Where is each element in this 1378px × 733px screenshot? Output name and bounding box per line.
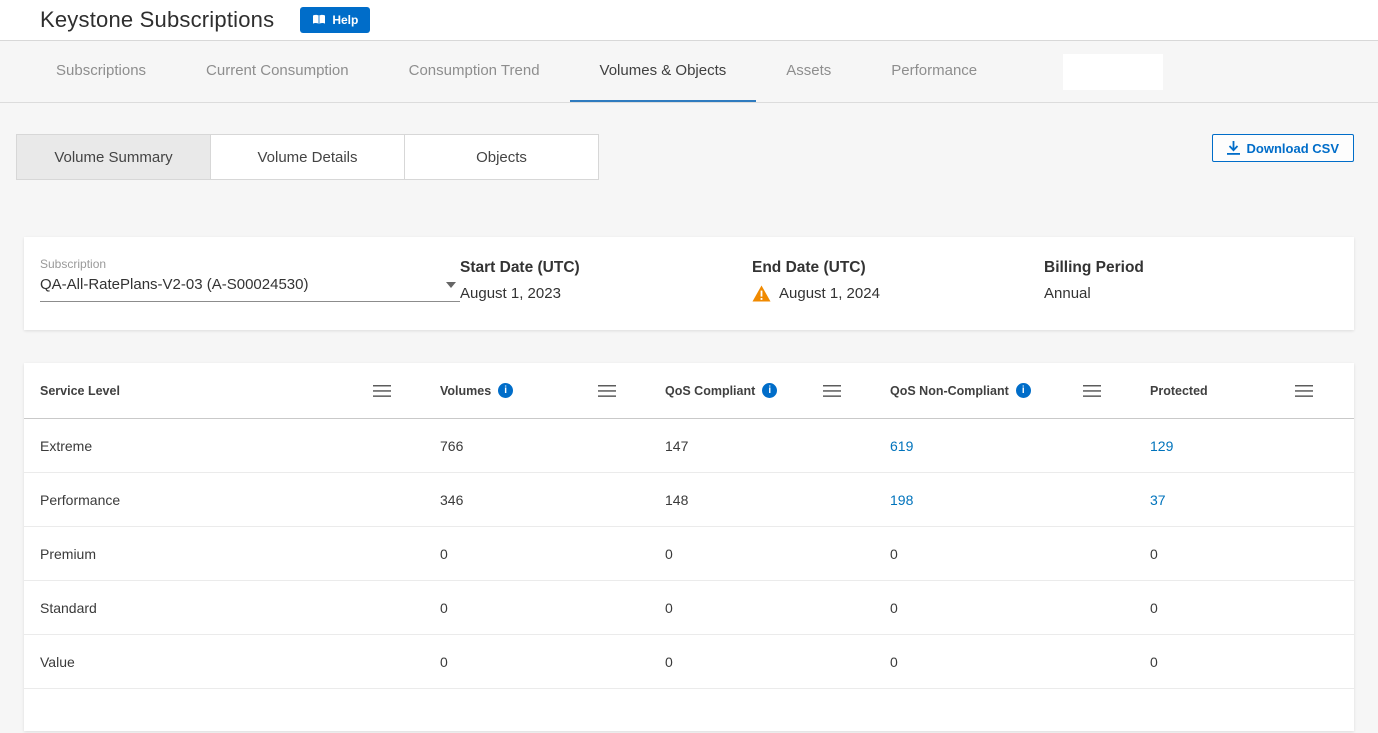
- tab-assets[interactable]: Assets: [756, 41, 861, 102]
- column-volumes: Volumes: [440, 382, 665, 400]
- cell-protected: 0: [1150, 654, 1338, 670]
- cell-qos-non-compliant: 0: [890, 600, 1150, 616]
- end-date-value: August 1, 2024: [779, 285, 880, 302]
- app-header: Keystone Subscriptions Help: [0, 0, 1378, 41]
- end-date-field: End Date (UTC) August 1, 2024: [752, 257, 1044, 302]
- cell-qos-compliant: 0: [665, 546, 890, 562]
- subscription-filter-card: Subscription QA-All-RatePlans-V2-03 (A-S…: [24, 237, 1354, 330]
- cell-qos-non-compliant-link[interactable]: 619: [890, 438, 1150, 454]
- cell-protected: 0: [1150, 600, 1338, 616]
- column-qos-compliant: QoS Compliant: [665, 382, 890, 400]
- subscription-select-value: QA-All-RatePlans-V2-03 (A-S00024530): [40, 276, 308, 293]
- column-menu-icon[interactable]: [1080, 382, 1104, 400]
- tab-volumes-objects[interactable]: Volumes & Objects: [570, 41, 757, 102]
- start-date-label: Start Date (UTC): [460, 259, 752, 277]
- subscription-select[interactable]: Subscription QA-All-RatePlans-V2-03 (A-S…: [40, 257, 460, 302]
- page-title: Keystone Subscriptions: [40, 7, 274, 33]
- end-date-label: End Date (UTC): [752, 259, 1044, 277]
- cell-protected-link[interactable]: 37: [1150, 492, 1338, 508]
- column-qos-compliant-label: QoS Compliant: [665, 384, 755, 398]
- download-csv-label: Download CSV: [1247, 141, 1339, 156]
- cell-service-level: Extreme: [40, 438, 440, 454]
- table-row: Standard 0 0 0 0: [24, 581, 1354, 635]
- column-service-level: Service Level: [40, 382, 440, 400]
- subtab-objects[interactable]: Objects: [404, 134, 599, 180]
- table-row: Performance 346 148 198 37: [24, 473, 1354, 527]
- warning-icon: [752, 285, 771, 302]
- download-csv-button[interactable]: Download CSV: [1212, 134, 1354, 162]
- service-level-table: Service Level Volumes QoS Compliant: [24, 363, 1354, 731]
- table-row: Premium 0 0 0 0: [24, 527, 1354, 581]
- download-icon: [1227, 141, 1240, 155]
- cell-volumes: 346: [440, 492, 665, 508]
- cell-volumes: 0: [440, 600, 665, 616]
- info-icon[interactable]: [762, 383, 777, 398]
- cell-qos-compliant: 0: [665, 654, 890, 670]
- column-service-level-label: Service Level: [40, 384, 120, 398]
- cell-qos-non-compliant-link[interactable]: 198: [890, 492, 1150, 508]
- cell-protected: 0: [1150, 546, 1338, 562]
- chevron-down-icon: [446, 282, 456, 288]
- info-icon[interactable]: [498, 383, 513, 398]
- cell-volumes: 0: [440, 546, 665, 562]
- tab-subscriptions[interactable]: Subscriptions: [26, 41, 176, 102]
- column-menu-icon[interactable]: [370, 382, 394, 400]
- start-date-value: August 1, 2023: [460, 285, 752, 302]
- subtab-toolbar: Volume Summary Volume Details Objects Do…: [16, 134, 1354, 180]
- cell-volumes: 766: [440, 438, 665, 454]
- tab-consumption-trend[interactable]: Consumption Trend: [379, 41, 570, 102]
- column-protected: Protected: [1150, 382, 1338, 400]
- billing-period-label: Billing Period: [1044, 259, 1336, 277]
- cell-service-level: Standard: [40, 600, 440, 616]
- subscription-select-label: Subscription: [40, 257, 460, 271]
- subtab-volume-details[interactable]: Volume Details: [210, 134, 405, 180]
- tab-performance[interactable]: Performance: [861, 41, 1007, 102]
- cell-qos-compliant: 0: [665, 600, 890, 616]
- column-menu-icon[interactable]: [820, 382, 844, 400]
- book-icon: [312, 14, 326, 26]
- cell-volumes: 0: [440, 654, 665, 670]
- table-row: Value 0 0 0 0: [24, 635, 1354, 689]
- cell-protected-link[interactable]: 129: [1150, 438, 1338, 454]
- help-button-label: Help: [332, 13, 358, 27]
- subtab-volume-summary[interactable]: Volume Summary: [16, 134, 211, 180]
- cell-qos-non-compliant: 0: [890, 654, 1150, 670]
- start-date-field: Start Date (UTC) August 1, 2023: [460, 257, 752, 302]
- cell-qos-compliant: 147: [665, 438, 890, 454]
- table-header-row: Service Level Volumes QoS Compliant: [24, 363, 1354, 419]
- billing-period-value: Annual: [1044, 285, 1336, 302]
- cell-service-level: Performance: [40, 492, 440, 508]
- billing-period-field: Billing Period Annual: [1044, 257, 1336, 302]
- tab-current-consumption[interactable]: Current Consumption: [176, 41, 379, 102]
- cell-service-level: Premium: [40, 546, 440, 562]
- column-protected-label: Protected: [1150, 384, 1208, 398]
- column-qos-non-compliant: QoS Non-Compliant: [890, 382, 1150, 400]
- help-button[interactable]: Help: [300, 7, 370, 33]
- subtab-group: Volume Summary Volume Details Objects: [16, 134, 599, 180]
- info-icon[interactable]: [1016, 383, 1031, 398]
- column-menu-icon[interactable]: [595, 382, 619, 400]
- table-row: Extreme 766 147 619 129: [24, 419, 1354, 473]
- tab-placeholder: [1063, 54, 1163, 90]
- tab-bar: Subscriptions Current Consumption Consum…: [0, 41, 1378, 103]
- column-volumes-label: Volumes: [440, 384, 491, 398]
- cell-qos-non-compliant: 0: [890, 546, 1150, 562]
- cell-qos-compliant: 148: [665, 492, 890, 508]
- column-qos-non-compliant-label: QoS Non-Compliant: [890, 384, 1009, 398]
- column-menu-icon[interactable]: [1292, 382, 1316, 400]
- cell-service-level: Value: [40, 654, 440, 670]
